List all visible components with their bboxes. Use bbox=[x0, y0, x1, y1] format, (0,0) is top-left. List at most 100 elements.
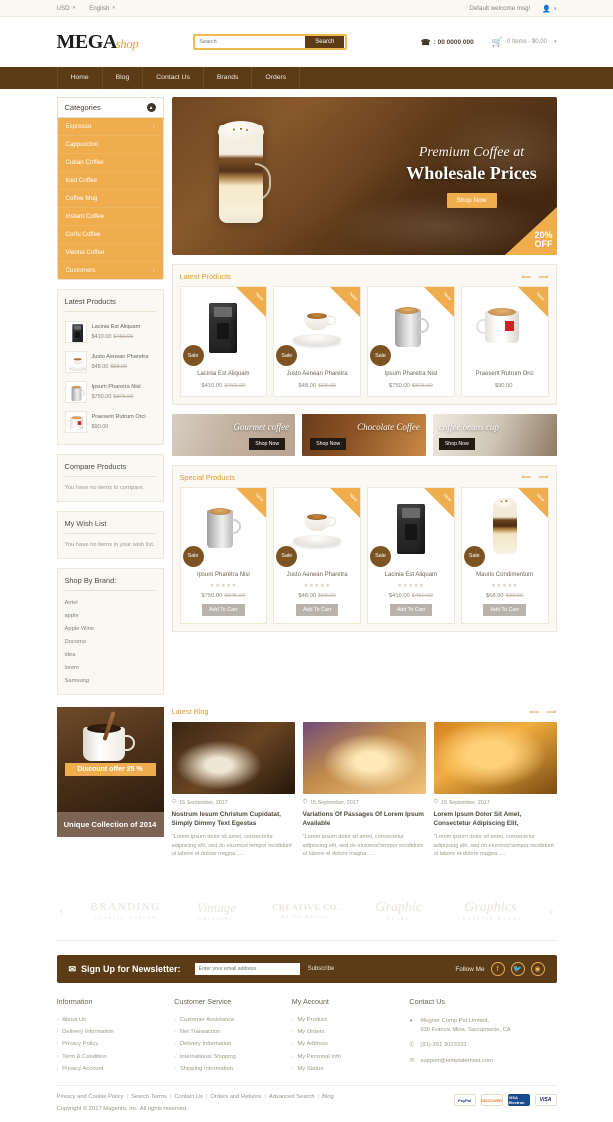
latest-product-item[interactable]: Ipsum Pharetra Nisl $750.00 $875.00 bbox=[64, 377, 156, 407]
footer-link[interactable]: › Privacy Account bbox=[57, 1063, 175, 1075]
blog-title[interactable]: Nostrum Iesum Christum Cupidatat, Simply… bbox=[172, 810, 295, 829]
add-to-cart-button[interactable]: Add To Cart bbox=[389, 603, 433, 616]
category-item[interactable]: Cappuccino bbox=[57, 136, 163, 154]
facebook-icon[interactable]: f bbox=[490, 962, 505, 977]
bottom-link[interactable]: Search Terms bbox=[131, 1094, 167, 1100]
footer-link[interactable]: › My Orders bbox=[292, 1026, 410, 1038]
search-input[interactable] bbox=[195, 36, 306, 48]
discount-banner[interactable]: Discount offer 25 % Unique Collection of… bbox=[56, 707, 164, 859]
arrow-left-icon[interactable]: ⟸ bbox=[521, 473, 531, 481]
footer-link[interactable]: › Privacy Policy bbox=[57, 1038, 175, 1050]
category-item[interactable]: Instant Coffee bbox=[57, 208, 163, 226]
search-button[interactable]: Search bbox=[305, 36, 345, 48]
bottom-link[interactable]: Advanced Search bbox=[269, 1094, 315, 1100]
hero-shop-now-button[interactable]: Shop Now bbox=[446, 193, 497, 208]
footer-link-label: My Orders bbox=[297, 1028, 325, 1035]
brand-item[interactable]: lorem bbox=[65, 661, 156, 674]
footer-link[interactable]: › My Status bbox=[292, 1063, 410, 1075]
category-item[interactable]: Corfu Coffee bbox=[57, 226, 163, 244]
brand-logo[interactable]: Vintage ORIGINAL bbox=[197, 900, 236, 921]
bottom-link[interactable]: Blog bbox=[322, 1094, 334, 1100]
footer-link[interactable]: › Term & Condition bbox=[57, 1051, 175, 1063]
brand-item[interactable]: Docomo bbox=[65, 635, 156, 648]
category-item[interactable]: Vienna Coffee bbox=[57, 244, 163, 262]
category-item[interactable]: Customers › bbox=[58, 262, 163, 279]
promo-banner[interactable]: Chocolate Coffee Shop Now bbox=[302, 413, 426, 456]
add-to-cart-button[interactable]: Add To Cart bbox=[483, 603, 526, 616]
categories-header[interactable]: Categories ▲ bbox=[57, 98, 163, 118]
site-logo[interactable]: MEGAshop bbox=[57, 31, 139, 54]
product-card[interactable]: New Sale Lacinia Est Aliquam ★★★★★ $410.00 $4… bbox=[367, 486, 455, 624]
language-selector[interactable]: English ▾ bbox=[89, 5, 115, 12]
promo-banner[interactable]: coffee beans cup Shop Now bbox=[432, 413, 557, 456]
category-item[interactable]: Iced Coffee bbox=[57, 172, 163, 190]
footer-link[interactable]: › Delivery Information bbox=[57, 1026, 175, 1038]
promo-shop-now-button[interactable]: Shop Now bbox=[310, 437, 347, 450]
twitter-icon[interactable]: 🐦 bbox=[510, 962, 525, 977]
brand-logo[interactable]: BRANDING CLASSIC DESIGN bbox=[91, 901, 161, 920]
brand-item[interactable]: Apple Wine bbox=[65, 622, 156, 635]
footer-link[interactable]: › Delivery Information bbox=[174, 1038, 292, 1050]
nav-item-brands[interactable]: Brands bbox=[204, 67, 253, 89]
add-to-cart-button[interactable]: Add To Cart bbox=[202, 603, 245, 616]
latest-product-item[interactable]: Lacinia Est Aliquam $410.00 $450.00 bbox=[64, 317, 156, 347]
bottom-link[interactable]: Orders and Returns bbox=[210, 1094, 261, 1100]
product-card[interactable]: New Sale Ipsum Pharetra Nisl ★★★★★ $750.00 $8… bbox=[179, 486, 268, 624]
category-item[interactable]: Espresso › bbox=[57, 118, 163, 136]
nav-item-contact-us[interactable]: Contact Us bbox=[143, 67, 204, 89]
promo-shop-now-button[interactable]: Shop Now bbox=[438, 437, 475, 450]
search-form[interactable]: Search bbox=[193, 34, 348, 50]
blog-post-card[interactable]: ⏱ 15 September, 2017 Variations Of Passage… bbox=[302, 722, 426, 859]
blog-title[interactable]: Lorem Ipsum Dolor Sit Amet, Consectetur … bbox=[434, 810, 557, 829]
arrow-left-icon[interactable]: ⟸ bbox=[521, 273, 531, 281]
category-item[interactable]: Cuban Coffee bbox=[57, 154, 163, 172]
product-card[interactable]: New Praesent Rutrum Orci $90.00 bbox=[460, 286, 549, 397]
arrow-right-icon[interactable]: ⟹ bbox=[538, 273, 548, 281]
footer-link[interactable]: › My Address bbox=[292, 1038, 410, 1050]
blog-post-card[interactable]: ⏱ 15 September, 2017 Lorem Ipsum Dolor Sit… bbox=[433, 722, 557, 859]
brand-logo[interactable]: Graphic RETRO bbox=[375, 900, 422, 921]
nav-item-blog[interactable]: Blog bbox=[103, 67, 144, 89]
brand-item[interactable]: Airtel bbox=[65, 596, 156, 609]
add-to-cart-button[interactable]: Add To Cart bbox=[295, 603, 339, 616]
bottom-link[interactable]: Contact Us bbox=[174, 1094, 203, 1100]
blog-title[interactable]: Variations Of Passages Of Lorem Ipsum Av… bbox=[303, 810, 426, 829]
currency-selector[interactable]: USD ▾ bbox=[57, 5, 76, 12]
nav-item-orders[interactable]: Orders bbox=[252, 67, 301, 89]
arrow-right-icon[interactable]: ⟹ bbox=[546, 708, 556, 716]
product-card[interactable]: New Sale Justo Aenean Pharetra $48.00 $58.00 bbox=[273, 286, 361, 397]
account-menu[interactable]: 👤 ▾ bbox=[542, 5, 556, 13]
newsletter-email-input[interactable] bbox=[194, 963, 300, 976]
footer-link[interactable]: › My Personal Info bbox=[292, 1051, 410, 1063]
category-item[interactable]: Coffee Mug bbox=[57, 190, 163, 208]
arrow-left-icon[interactable]: ⟸ bbox=[529, 708, 539, 716]
brand-item[interactable]: idea bbox=[65, 648, 156, 661]
brand-logo[interactable]: Graphics CREATIVE WORKS bbox=[458, 900, 522, 921]
latest-product-item[interactable]: Justo Aenean Pharetra $48.00 $58.00 bbox=[64, 347, 156, 377]
brand-item[interactable]: apple bbox=[65, 609, 156, 622]
chevron-right-icon[interactable]: › bbox=[547, 906, 557, 916]
promo-banner[interactable]: Gourmet coffee Shop Now bbox=[171, 413, 296, 456]
footer-link[interactable]: › Net Transaction bbox=[174, 1026, 292, 1038]
contact-email[interactable]: ✉ support@templatemela.com bbox=[409, 1053, 556, 1069]
brand-item[interactable]: Samsung bbox=[65, 674, 156, 687]
product-card[interactable]: New Sale Ipsum Pharetra Nisl $750.00 $875.00 bbox=[367, 286, 455, 397]
product-card[interactable]: New Sale Mauris Condimentum ★★★★★ $68.00 $88.… bbox=[460, 486, 549, 624]
rss-icon[interactable]: ◉ bbox=[530, 962, 545, 977]
arrow-right-icon[interactable]: ⟹ bbox=[538, 473, 548, 481]
bottom-link[interactable]: Privacy and Cookie Policy bbox=[57, 1094, 124, 1100]
blog-post-card[interactable]: ⏱ 15 September, 2017 Nostrum Iesum Christu… bbox=[171, 722, 295, 859]
brand-logo[interactable]: CREATIVE CO. RETRO DESIGN bbox=[272, 902, 339, 919]
hero-banner[interactable]: Premium Coffee at Wholesale Prices Shop … bbox=[171, 97, 557, 255]
collapse-icon[interactable]: ▲ bbox=[146, 103, 156, 112]
promo-shop-now-button[interactable]: Shop Now bbox=[249, 437, 286, 450]
nav-item-home[interactable]: Home bbox=[56, 67, 103, 89]
footer-link[interactable]: › International Shipping bbox=[174, 1051, 292, 1063]
product-card[interactable]: New Sale Lacinia Est Aliquam $410.00 $450.00 bbox=[179, 286, 268, 397]
latest-product-item[interactable]: Praesent Rutrum Orci $90.00 bbox=[64, 407, 156, 437]
newsletter-subscribe-button[interactable]: Subscribe bbox=[308, 966, 335, 972]
chevron-left-icon[interactable]: ‹ bbox=[57, 906, 67, 916]
product-card[interactable]: New Sale Justo Aenean Pharetra ★★★★★ $48.00 $… bbox=[273, 486, 361, 624]
mini-cart[interactable]: 🛒 0 Items - $0.00 ▾ bbox=[492, 37, 557, 48]
footer-link[interactable]: › Shipping Information bbox=[174, 1063, 292, 1075]
